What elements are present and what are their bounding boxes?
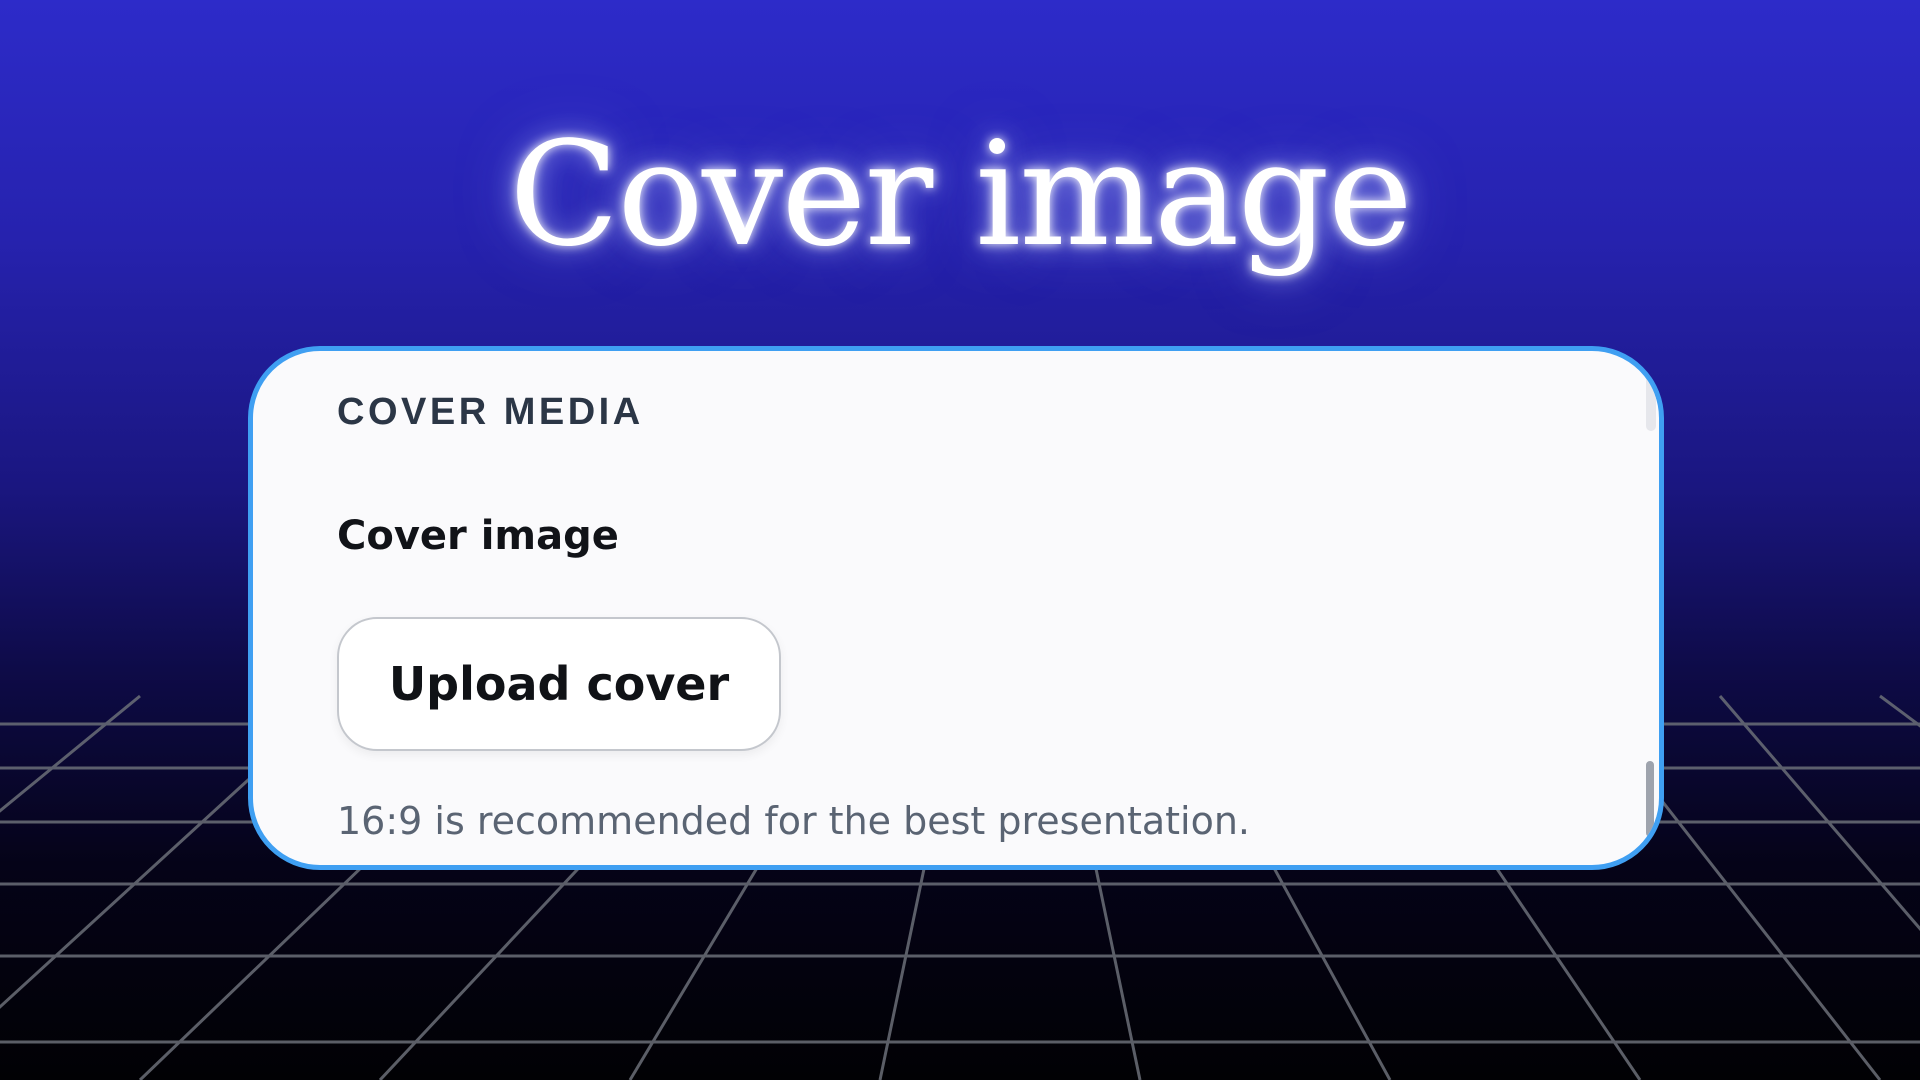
panel-scrollbar[interactable]	[1646, 375, 1656, 837]
hero-title: Cover image	[509, 110, 1413, 278]
cover-media-panel: COVER MEDIA Cover image Upload cover 16:…	[248, 346, 1664, 870]
cover-image-label: Cover image	[337, 513, 619, 559]
section-heading: COVER MEDIA	[337, 391, 644, 433]
aspect-ratio-hint: 16:9 is recommended for the best present…	[337, 799, 1251, 843]
scrollbar-top-cap	[1646, 375, 1656, 431]
scrollbar-thumb[interactable]	[1646, 761, 1654, 837]
upload-cover-button[interactable]: Upload cover	[337, 617, 781, 751]
